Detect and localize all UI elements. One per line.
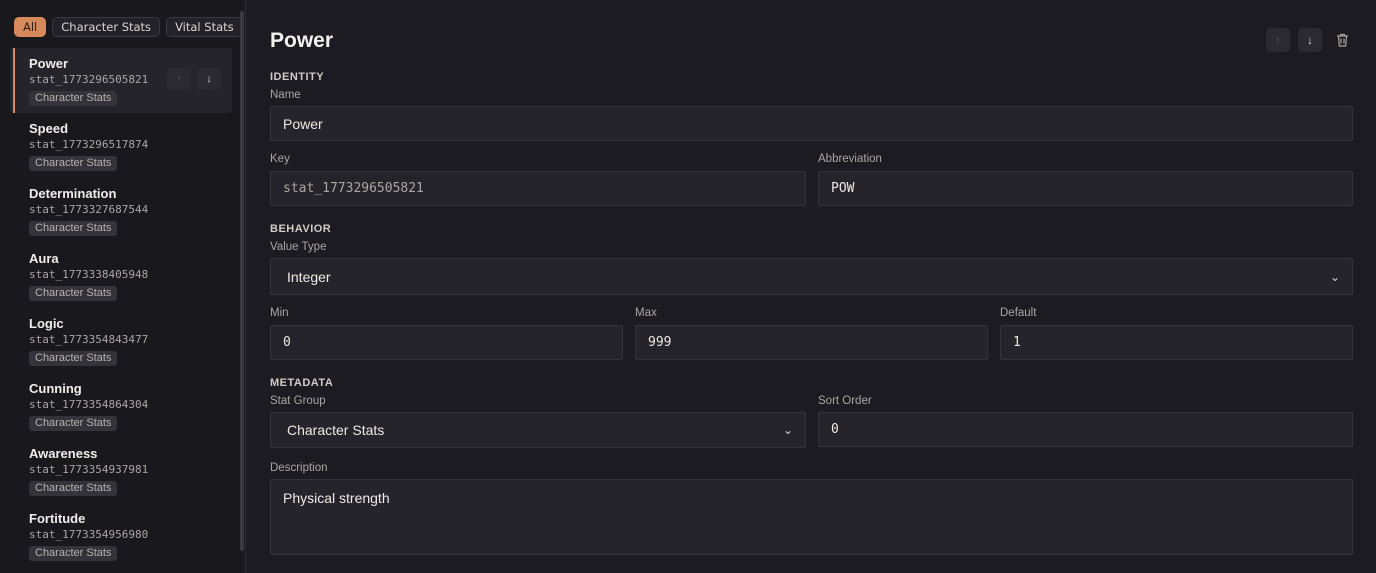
arrow-down-icon: ↓ <box>1307 33 1313 47</box>
stat-key: stat_1773338405948 <box>29 268 149 281</box>
min-label: Min <box>270 307 289 319</box>
sidebar: All Character Stats Vital Stats Power st… <box>0 0 246 573</box>
filter-chips: All Character Stats Vital Stats <box>0 0 245 37</box>
list-item[interactable]: Awareness stat_1773354937981 Character S… <box>10 438 232 503</box>
stat-group-badge: Character Stats <box>29 546 118 561</box>
filter-character-stats[interactable]: Character Stats <box>52 17 161 37</box>
list-item[interactable]: Power stat_1773296505821 Character Stats… <box>10 48 232 113</box>
stat-group-badge: Character Stats <box>29 481 118 496</box>
value-type-label: Value Type <box>270 241 327 253</box>
stat-group-badge: Character Stats <box>29 286 118 301</box>
move-up-button[interactable]: ↑ <box>167 68 191 90</box>
key-field[interactable]: stat_1773296505821 <box>270 171 806 206</box>
arrow-down-icon: ↓ <box>206 73 212 85</box>
stat-key: stat_1773327687544 <box>29 203 149 216</box>
abbreviation-field[interactable]: POW <box>818 171 1353 206</box>
section-behavior: BEHAVIOR <box>270 223 332 235</box>
stat-name: Logic <box>29 316 64 331</box>
stat-group-badge: Character Stats <box>29 221 118 236</box>
max-label: Max <box>635 307 657 319</box>
abbreviation-label: Abbreviation <box>818 153 882 165</box>
list-item[interactable]: Aura stat_1773338405948 Character Stats <box>10 243 232 308</box>
stat-name: Determination <box>29 186 117 201</box>
stat-name: Awareness <box>29 446 98 461</box>
default-label: Default <box>1000 307 1037 319</box>
list-item[interactable]: Logic stat_1773354843477 Character Stats <box>10 308 232 373</box>
max-field[interactable]: 999 <box>635 325 988 360</box>
stat-key: stat_1773354843477 <box>29 333 149 346</box>
stat-group-value: Character Stats <box>287 422 385 438</box>
page-title: Power <box>270 29 334 52</box>
value-type-value: Integer <box>287 268 331 285</box>
sidebar-scrollbar[interactable] <box>240 11 244 551</box>
chevron-down-icon: ⌄ <box>782 423 793 437</box>
list-item[interactable]: Speed stat_1773296517874 Character Stats <box>10 113 232 178</box>
sort-order-label: Sort Order <box>818 395 872 407</box>
description-textarea[interactable]: Physical strength <box>270 479 1353 555</box>
filter-all[interactable]: All <box>14 17 47 37</box>
stat-key: stat_1773296517874 <box>29 138 149 151</box>
section-metadata: METADATA <box>270 377 334 389</box>
stat-name: Aura <box>29 251 59 266</box>
stat-group-badge: Character Stats <box>29 351 118 366</box>
stat-group-select[interactable]: Character Stats ⌄ <box>270 412 806 448</box>
stat-group-badge: Character Stats <box>29 156 118 171</box>
min-field[interactable]: 0 <box>270 325 623 360</box>
arrow-up-icon: ↑ <box>1275 33 1281 47</box>
move-up-button[interactable]: ↑ <box>1266 28 1290 52</box>
name-label: Name <box>270 89 301 101</box>
filter-vital-stats[interactable]: Vital Stats <box>166 17 243 37</box>
stat-key: stat_1773354956980 <box>29 528 149 541</box>
section-identity: IDENTITY <box>270 71 325 83</box>
name-field[interactable]: Power <box>270 106 1353 141</box>
list-item[interactable]: Determination stat_1773327687544 Charact… <box>10 178 232 243</box>
list-item[interactable]: Cunning stat_1773354864304 Character Sta… <box>10 373 232 438</box>
move-down-button[interactable]: ↓ <box>197 68 221 90</box>
stat-name: Fortitude <box>29 511 86 526</box>
chevron-down-icon: ⌄ <box>1329 269 1340 284</box>
move-down-button[interactable]: ↓ <box>1298 28 1322 52</box>
stat-group-label: Stat Group <box>270 395 326 407</box>
stat-key: stat_1773354864304 <box>29 398 149 411</box>
stat-list: Power stat_1773296505821 Character Stats… <box>10 48 232 568</box>
default-field[interactable]: 1 <box>1000 325 1353 360</box>
stat-group-badge: Character Stats <box>29 416 118 431</box>
item-actions: ↑ ↓ <box>167 68 221 90</box>
value-type-select[interactable]: Integer ⌄ <box>270 258 1353 295</box>
stat-group-badge: Character Stats <box>29 91 118 106</box>
description-label: Description <box>270 462 328 474</box>
detail-actions: ↑ ↓ <box>1266 28 1354 52</box>
arrow-up-icon: ↑ <box>176 73 182 85</box>
stat-name: Speed <box>29 121 69 136</box>
trash-icon <box>1336 33 1348 47</box>
sort-order-field[interactable]: 0 <box>818 412 1353 447</box>
stat-name: Cunning <box>29 381 82 396</box>
key-label: Key <box>270 153 290 165</box>
list-item[interactable]: Fortitude stat_1773354956980 Character S… <box>10 503 232 568</box>
delete-button[interactable] <box>1330 28 1354 52</box>
stat-key: stat_1773354937981 <box>29 463 149 476</box>
